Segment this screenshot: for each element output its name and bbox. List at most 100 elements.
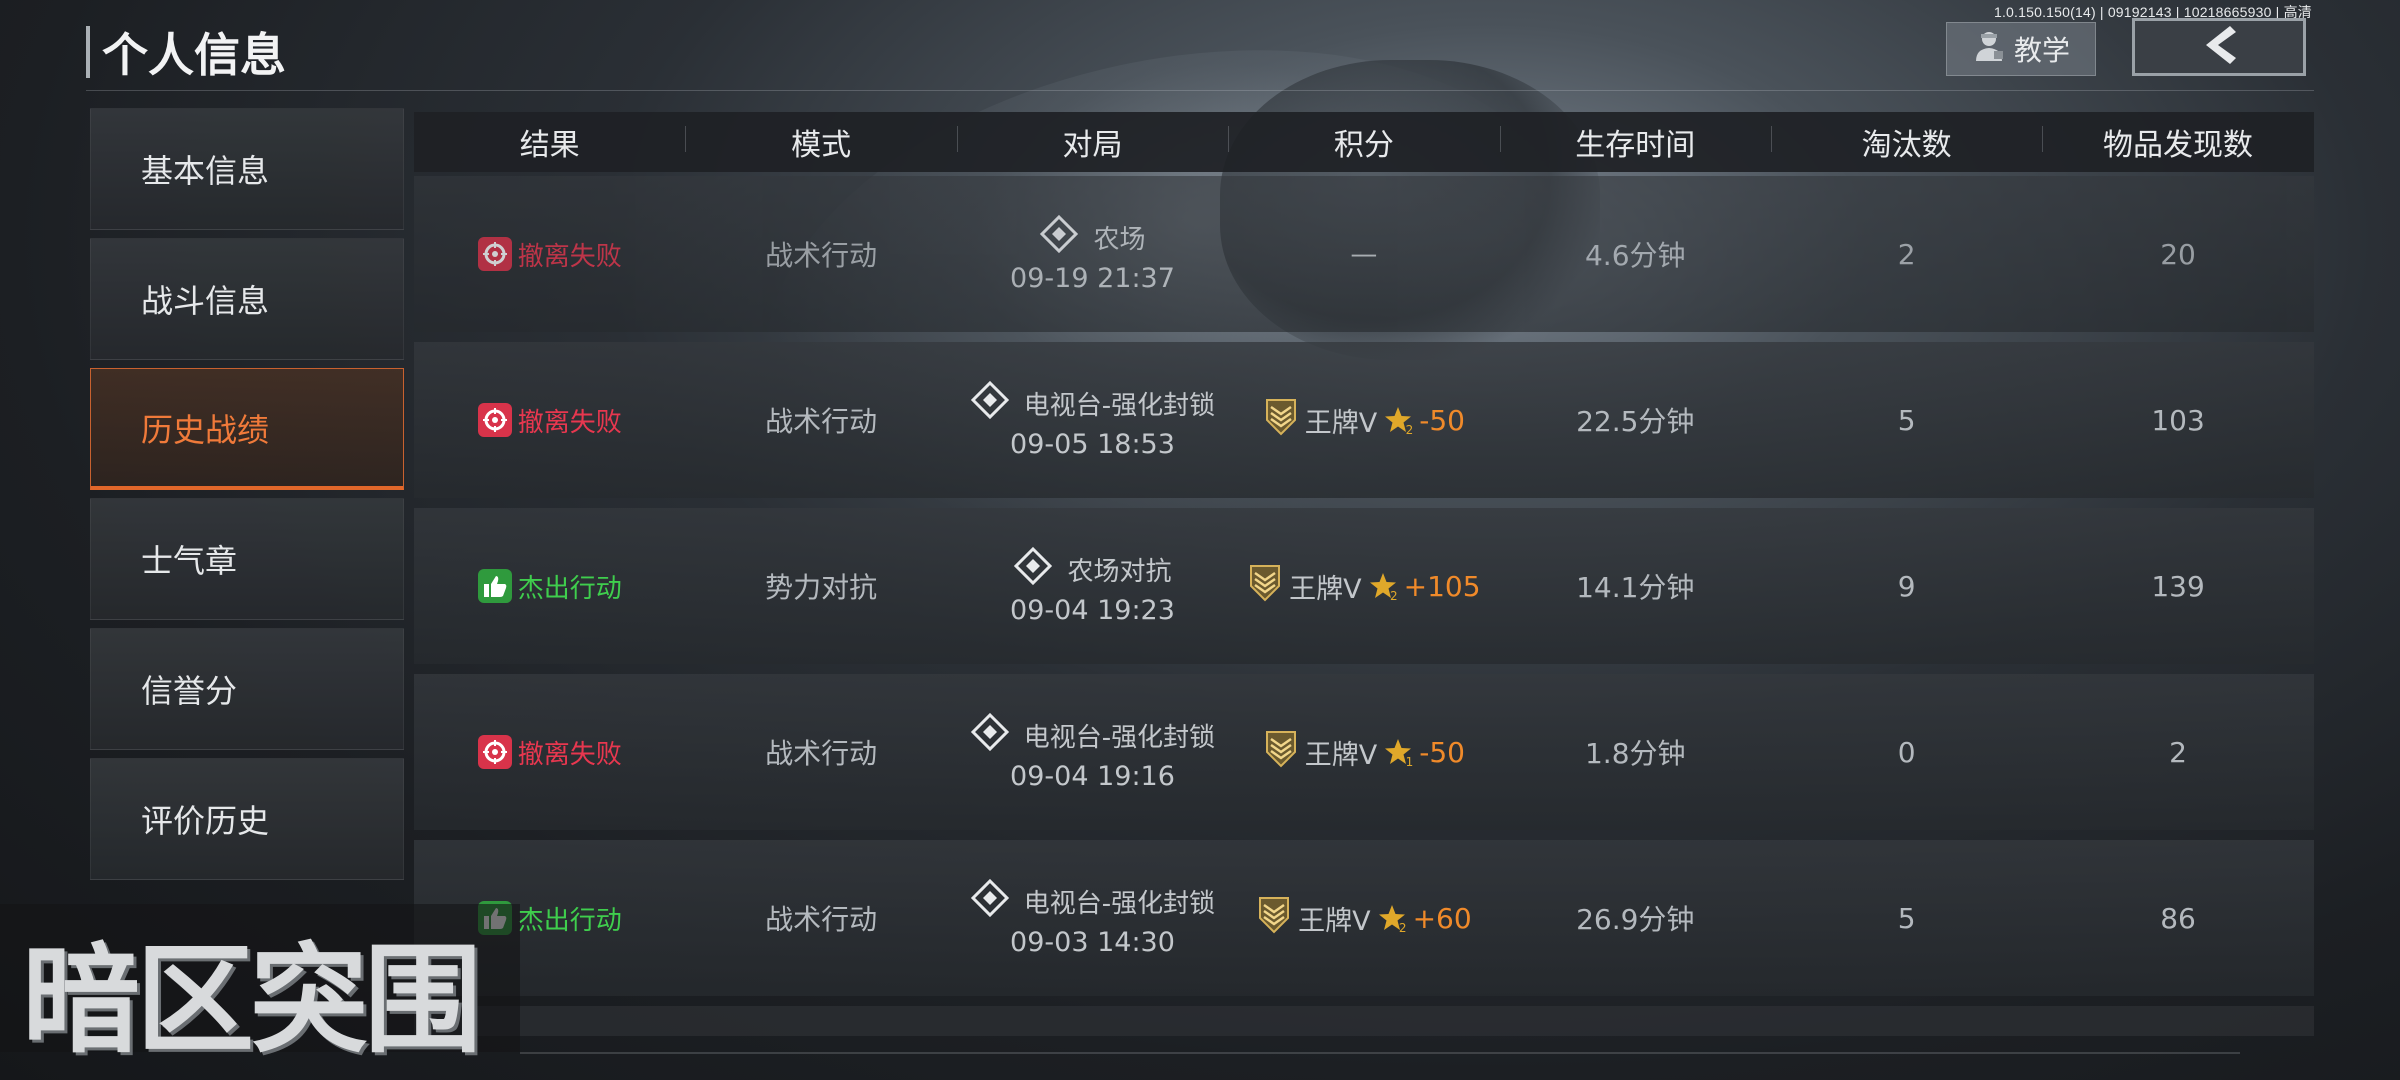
sidebar-item-review-history[interactable]: 评价历史 (90, 758, 404, 880)
result-label: 杰出行动 (517, 573, 622, 604)
sidebar-item-morale-badge[interactable]: 士气章 (90, 498, 404, 620)
rank-name: 王牌V (1304, 407, 1378, 439)
star-icon: 1 (1383, 737, 1413, 769)
page-title: 个人信息 (102, 28, 286, 82)
survival-time-cell: 14.1分钟 (1576, 571, 1695, 604)
sidebar: 基本信息 战斗信息 历史战绩 士气章 信誉分 评价历史 (90, 108, 404, 888)
crosshair-icon (477, 237, 512, 271)
table-row[interactable]: 撤离失败 战术行动 电视台-强化封锁 09-04 19:16 王牌V 1 -50… (414, 674, 2314, 830)
match-date: 09-03 14:30 (1010, 927, 1175, 958)
score-cell: 王牌V 2 +60 (1228, 896, 1499, 941)
diamond-marker-icon (1039, 214, 1079, 261)
eliminations-cell: 5 (1897, 403, 1916, 437)
items-found-cell: 86 (2160, 901, 2196, 935)
map-name: 电视台-强化封锁 (1023, 723, 1216, 753)
star-level: 2 (1405, 423, 1414, 437)
back-button[interactable] (2132, 18, 2306, 76)
rank-chevron-badge-icon (1247, 564, 1283, 609)
sidebar-item-basic-info[interactable]: 基本信息 (90, 108, 404, 230)
rank-chevron-badge-icon (1263, 398, 1299, 443)
column-header-mode: 模式 (685, 120, 956, 164)
score-cell: 王牌V 2 -50 (1228, 398, 1499, 443)
result-label: 撤离失败 (517, 739, 622, 770)
map-name: 农场 (1093, 225, 1146, 255)
score-cell: 王牌V 1 -50 (1228, 730, 1499, 775)
map-name: 电视台-强化封锁 (1023, 889, 1216, 919)
sidebar-item-combat-info[interactable]: 战斗信息 (90, 238, 404, 360)
survival-time-cell: 26.9分钟 (1576, 903, 1695, 936)
mode-cell: 势力对抗 (765, 571, 878, 604)
items-found-cell: 2 (2169, 735, 2187, 769)
score-delta: +105 (1403, 569, 1481, 603)
tutorial-label: 教学 (2013, 34, 2070, 67)
instructor-icon (1972, 29, 2006, 70)
chevron-left-icon (2196, 24, 2242, 70)
diamond-marker-icon (970, 380, 1010, 427)
score-delta: -50 (1419, 735, 1465, 769)
rank-name: 王牌V (1289, 573, 1362, 605)
column-header-items-found: 物品发现数 (2042, 120, 2313, 164)
rank-chevron-badge-icon (1256, 896, 1292, 941)
diamond-marker-icon (970, 878, 1010, 925)
survival-time-cell: 22.5分钟 (1576, 405, 1695, 438)
sidebar-item-label: 战斗信息 (141, 282, 270, 320)
match-cell: 农场对抗 09-04 19:23 (957, 546, 1228, 626)
star-icon: 2 (1377, 903, 1407, 935)
result-label: 撤离失败 (517, 241, 622, 272)
mode-cell: 战术行动 (765, 405, 878, 438)
score-cell: 王牌V 2 +105 (1228, 564, 1499, 609)
survival-time-cell: 4.6分钟 (1584, 239, 1686, 272)
sidebar-item-label: 基本信息 (141, 152, 270, 190)
score-value: — (1350, 238, 1378, 270)
score-delta: +60 (1412, 901, 1472, 935)
star-level: 2 (1398, 921, 1407, 935)
eliminations-cell: 0 (1897, 735, 1916, 769)
sidebar-item-label: 历史战绩 (141, 410, 270, 449)
table-header: 结果 模式 对局 积分 生存时间 淘汰数 物品发现数 (414, 112, 2314, 172)
match-cell: 电视台-强化封锁 09-05 18:53 (957, 380, 1228, 460)
next-row-partial (414, 1006, 2314, 1036)
star-icon: 2 (1368, 571, 1398, 603)
items-found-cell: 103 (2151, 403, 2205, 437)
score-delta: -50 (1419, 403, 1465, 437)
eliminations-cell: 9 (1897, 569, 1916, 603)
logo-text: 暗区突围 (22, 931, 482, 1069)
map-name: 电视台-强化封锁 (1023, 391, 1216, 421)
result-cell: 撤离失败 (414, 402, 685, 439)
match-date: 09-04 19:16 (1010, 761, 1175, 792)
sidebar-item-credit-score[interactable]: 信誉分 (90, 628, 404, 750)
title-accent-bar (86, 26, 90, 78)
survival-time-cell: 1.8分钟 (1584, 737, 1686, 770)
map-name: 农场对抗 (1067, 557, 1172, 587)
items-found-cell: 139 (2151, 569, 2205, 603)
table-row[interactable]: 撤离失败 战术行动 农场 09-19 21:37 — 4.6分钟 2 20 (414, 176, 2314, 332)
sidebar-item-label: 信誉分 (141, 672, 238, 710)
items-found-cell: 20 (2160, 237, 2196, 271)
column-header-result: 结果 (519, 128, 580, 163)
match-date: 09-05 18:53 (1010, 429, 1175, 460)
sidebar-item-match-history[interactable]: 历史战绩 (90, 368, 404, 490)
match-date: 09-19 21:37 (1010, 263, 1175, 294)
diamond-marker-icon (970, 712, 1010, 759)
crosshair-icon (477, 403, 512, 437)
tutorial-button[interactable]: 教学 (1946, 22, 2096, 76)
header-divider (86, 90, 2314, 91)
result-cell: 杰出行动 (414, 568, 685, 605)
rank-name: 王牌V (1304, 739, 1378, 771)
mode-cell: 战术行动 (765, 737, 878, 770)
rank-name: 王牌V (1298, 905, 1371, 937)
result-label: 杰出行动 (517, 905, 622, 936)
table-row[interactable]: 撤离失败 战术行动 电视台-强化封锁 09-05 18:53 王牌V 2 -50… (414, 342, 2314, 498)
thumbs-up-icon (477, 569, 512, 603)
match-cell: 电视台-强化封锁 09-04 19:16 (957, 712, 1228, 792)
table-row[interactable]: 杰出行动 战术行动 电视台-强化封锁 09-03 14:30 王牌V 2 +60… (414, 840, 2314, 996)
mode-cell: 战术行动 (765, 903, 878, 936)
result-cell: 撤离失败 (414, 734, 685, 771)
match-cell: 农场 09-19 21:37 (957, 214, 1228, 294)
page-header: 个人信息 (86, 24, 286, 82)
column-header-score: 积分 (1228, 120, 1499, 164)
column-header-survival-time: 生存时间 (1499, 120, 1771, 164)
match-cell: 电视台-强化封锁 09-03 14:30 (957, 878, 1228, 958)
table-row[interactable]: 杰出行动 势力对抗 农场对抗 09-04 19:23 王牌V 2 +105 14… (414, 508, 2314, 664)
rank-chevron-badge-icon (1263, 730, 1299, 775)
